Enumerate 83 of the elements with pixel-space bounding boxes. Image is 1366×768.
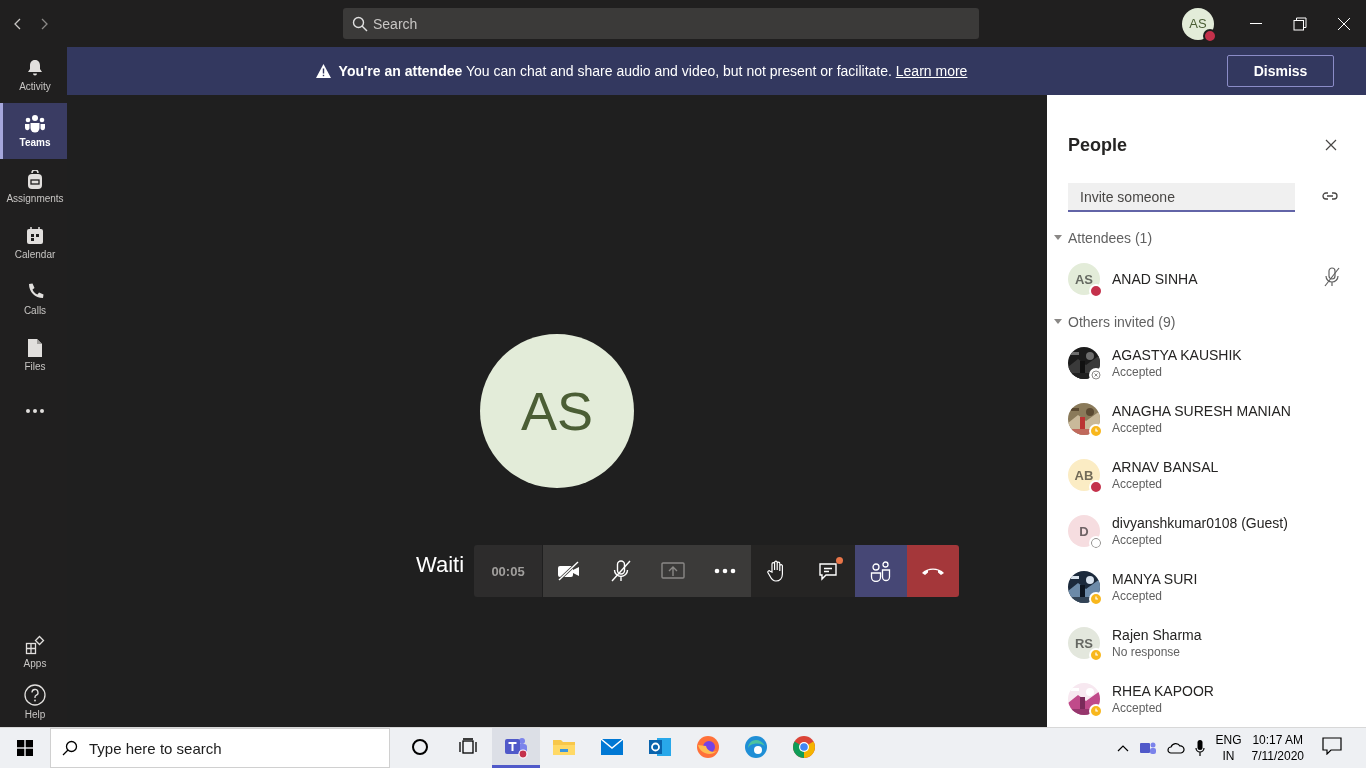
- notification-icon: [1322, 737, 1342, 755]
- response-status: Accepted: [1112, 701, 1164, 715]
- group-header[interactable]: Attendees (1): [1054, 225, 1366, 251]
- avatar: RS: [1068, 627, 1100, 659]
- caret-icon: [1054, 235, 1062, 241]
- participant-avatar: AS: [480, 334, 634, 488]
- outlook-icon: [648, 735, 672, 758]
- camera-off-icon: [556, 560, 582, 582]
- teams-tray-icon: [1139, 740, 1158, 756]
- help-icon: [24, 684, 46, 706]
- search-icon: [62, 740, 78, 756]
- more-icon: [714, 568, 736, 574]
- waiting-message: Waiti: [416, 551, 465, 579]
- microphone-icon: [1195, 739, 1206, 757]
- chat-button[interactable]: [803, 545, 855, 597]
- chevron-up-icon: [1117, 744, 1130, 752]
- calendar-icon: [25, 226, 45, 246]
- response-status: Accepted: [1112, 477, 1164, 491]
- edge-icon: [744, 734, 768, 759]
- member-name: ANAGHA SURESH MANIAN: [1112, 403, 1292, 419]
- cloud-icon: [1167, 742, 1186, 754]
- avatar: AB: [1068, 459, 1100, 491]
- hand-button[interactable]: [751, 545, 803, 597]
- clock[interactable]: 10:17 AM 7/11/2020: [1251, 732, 1304, 764]
- member-name: AGASTYA KAUSHIK: [1112, 347, 1243, 363]
- response-status: No response: [1112, 645, 1182, 659]
- cortana-icon: [411, 737, 429, 756]
- camera-off-button[interactable]: [543, 545, 595, 597]
- search-field[interactable]: Search: [343, 8, 979, 39]
- response-status: Accepted: [1112, 365, 1164, 379]
- avatar: D: [1068, 515, 1100, 547]
- member-name: RHEA KAPOOR: [1112, 683, 1215, 699]
- hang-up-icon: [921, 566, 945, 576]
- file-icon: [27, 338, 43, 358]
- task-view-icon: [458, 737, 478, 756]
- member-name: ARNAV BANSAL: [1112, 459, 1220, 475]
- rail-tab[interactable]: Calls: [0, 271, 67, 327]
- close-icon: [1325, 139, 1337, 151]
- input-language-indicator[interactable]: ENG IN: [1215, 732, 1242, 764]
- minimize-icon: [1250, 23, 1262, 24]
- mail-icon: [600, 737, 624, 756]
- rail-tab[interactable]: Help: [0, 677, 67, 727]
- backpack-icon: [26, 170, 44, 190]
- rail-tab[interactable]: Calendar: [0, 215, 67, 271]
- bell-icon: [25, 58, 45, 78]
- windows-icon: [17, 740, 33, 756]
- restore-icon: [1293, 16, 1307, 31]
- rail-tab[interactable]: Files: [0, 327, 67, 383]
- call-timer: 00:05: [474, 545, 543, 597]
- search-icon: [352, 16, 368, 32]
- mic-off-icon: [1323, 267, 1341, 287]
- avatar: AS: [1068, 263, 1100, 295]
- rail-tab[interactable]: Teams: [0, 103, 67, 159]
- firefox-icon: [696, 734, 720, 759]
- chrome-icon: [792, 734, 816, 759]
- rail-tab[interactable]: Activity: [0, 47, 67, 103]
- panel-title: People: [1068, 134, 1129, 156]
- attendee-notice: You're an attendee You can chat and share audio and video, but not present or facilitate. Learn more: [338, 63, 968, 79]
- caret-icon: [1054, 319, 1062, 325]
- member-name: MANYA SURI: [1112, 571, 1199, 587]
- dismiss-button[interactable]: Dismiss: [1227, 55, 1334, 87]
- response-status: Accepted: [1112, 589, 1164, 603]
- taskbar-search-field[interactable]: Type here to search: [50, 728, 390, 768]
- member-name: divyanshkumar0108 (Guest): [1112, 515, 1289, 531]
- warning-icon: [315, 64, 331, 78]
- share-icon: [661, 561, 685, 581]
- more-icon: [25, 408, 45, 414]
- invite-field[interactable]: Invite someone: [1068, 183, 1295, 212]
- rail-tab[interactable]: Assignments: [0, 159, 67, 215]
- member-name: ANAD SINHA: [1112, 271, 1199, 287]
- member-name: Rajen Sharma: [1112, 627, 1203, 643]
- response-status: Accepted: [1112, 421, 1164, 435]
- chat-icon: [818, 560, 840, 582]
- participants-icon: [870, 560, 892, 582]
- group-header[interactable]: Others invited (9): [1054, 309, 1366, 335]
- mic-off-icon: [609, 559, 633, 583]
- apps-icon: [25, 635, 45, 655]
- rail-tab[interactable]: Apps: [0, 627, 67, 677]
- learn-more-link[interactable]: Learn more: [895, 63, 968, 79]
- people-button[interactable]: [855, 545, 907, 597]
- response-status: Accepted: [1112, 533, 1164, 547]
- close-icon: [1337, 16, 1351, 31]
- people-group-icon: [24, 114, 46, 134]
